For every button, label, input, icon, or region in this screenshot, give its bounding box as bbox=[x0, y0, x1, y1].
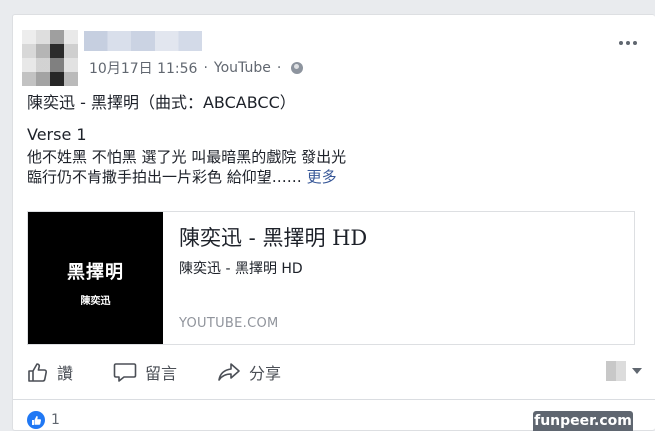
caret-down-icon bbox=[632, 368, 642, 374]
video-thumbnail[interactable]: 黑擇明 陳奕迅 bbox=[28, 212, 163, 344]
link-domain: YOUTUBE.COM bbox=[179, 316, 279, 331]
link-title[interactable]: 陳奕迅 - 黑擇明 HD bbox=[179, 222, 367, 252]
like-icon bbox=[28, 363, 48, 382]
lyrics-line-2-wrap: 臨行仍不肯撒手拍出一片彩色 給仰望…… 更多 bbox=[27, 167, 647, 187]
lyrics-line-1: 他不姓黑 不怕黑 選了光 叫最暗黑的戲院 發出光 bbox=[27, 148, 347, 166]
divider bbox=[13, 399, 655, 400]
reaction-summary[interactable]: 1 bbox=[27, 411, 60, 429]
post-meta: 10月17日 11:56 · YouTube · bbox=[89, 58, 304, 78]
thumbnail-subtitle: 陳奕迅 bbox=[80, 296, 111, 307]
link-info[interactable]: 陳奕迅 - 黑擇明 HD 陳奕迅 - 黑擇明 HD YOUTUBE.COM bbox=[163, 212, 634, 344]
meta-separator: · bbox=[203, 60, 208, 76]
audience-selector[interactable] bbox=[606, 361, 642, 381]
post-card: 10月17日 11:56 · YouTube · 陳奕迅 - 黑擇明（曲式：AB… bbox=[12, 14, 655, 431]
post-body: 陳奕迅 - 黑擇明（曲式：ABCABCC） Verse 1 他不姓黑 不怕黑 選… bbox=[27, 93, 647, 187]
link-preview[interactable]: 黑擇明 陳奕迅 陳奕迅 - 黑擇明 HD 陳奕迅 - 黑擇明 HD YOUTUB… bbox=[27, 211, 635, 345]
like-button[interactable]: 讚 bbox=[27, 360, 73, 384]
comment-icon bbox=[113, 363, 137, 382]
action-bar: 讚 留言 分享 bbox=[27, 357, 642, 387]
watermark: funpeer.com bbox=[533, 411, 633, 431]
meta-separator-2: · bbox=[276, 60, 282, 76]
verse-label: Verse 1 bbox=[27, 125, 87, 144]
share-button[interactable]: 分享 bbox=[217, 360, 281, 384]
avatar[interactable] bbox=[22, 30, 78, 86]
comment-button[interactable]: 留言 bbox=[113, 360, 177, 384]
share-icon bbox=[218, 363, 240, 381]
thumbnail-title: 黑擇明 bbox=[67, 262, 124, 283]
link-description: 陳奕迅 - 黑擇明 HD bbox=[179, 261, 303, 277]
globe-icon[interactable] bbox=[291, 62, 304, 74]
post-timestamp[interactable]: 10月17日 11:56 bbox=[89, 58, 197, 78]
comment-label: 留言 bbox=[145, 364, 178, 383]
see-more-link[interactable]: 更多 bbox=[307, 168, 337, 186]
like-badge-icon bbox=[27, 411, 45, 429]
like-label: 讚 bbox=[57, 364, 74, 383]
more-icon[interactable] bbox=[619, 40, 637, 46]
reaction-count[interactable]: 1 bbox=[51, 412, 60, 428]
post-source[interactable]: YouTube bbox=[214, 60, 271, 76]
lyrics-line-2: 臨行仍不肯撒手拍出一片彩色 給仰望…… bbox=[27, 168, 302, 186]
share-label: 分享 bbox=[249, 364, 282, 383]
post-title-line: 陳奕迅 - 黑擇明（曲式：ABCABCC） bbox=[27, 93, 296, 112]
author-name-blurred[interactable] bbox=[84, 31, 202, 51]
audience-avatar bbox=[606, 361, 626, 381]
